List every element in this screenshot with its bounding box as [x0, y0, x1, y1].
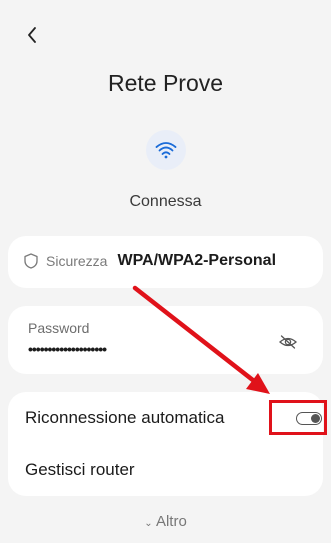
page-title: Rete Prove — [107, 70, 224, 96]
back-button[interactable] — [20, 20, 44, 50]
toggle-highlight-box — [269, 400, 327, 435]
more-button[interactable]: ⌄ Altro — [0, 513, 331, 530]
security-card: Sicurezza WPA/WPA2-Personal — [8, 236, 323, 288]
chevron-left-icon — [28, 27, 36, 43]
password-label: Password — [28, 320, 90, 336]
connection-status: Connessa — [129, 193, 202, 210]
eye-off-icon[interactable] — [278, 332, 298, 352]
chevron-down-icon: ⌄ — [144, 518, 153, 529]
wifi-icon — [155, 142, 177, 159]
manage-router-label: Gestisci router — [25, 460, 135, 479]
wifi-status-badge — [146, 130, 186, 170]
security-row: Sicurezza WPA/WPA2-Personal — [24, 252, 276, 270]
auto-reconnect-label: Riconnessione automatica — [25, 408, 225, 427]
shield-icon — [24, 253, 38, 269]
manage-router-row[interactable]: Gestisci router — [8, 444, 323, 496]
password-field[interactable]: •••••••••••••••••••• — [28, 341, 107, 357]
security-label: Sicurezza — [46, 253, 108, 269]
password-card: Password •••••••••••••••••••• — [8, 306, 323, 374]
security-value: WPA/WPA2-Personal — [117, 252, 277, 269]
more-label: Altro — [155, 513, 187, 530]
